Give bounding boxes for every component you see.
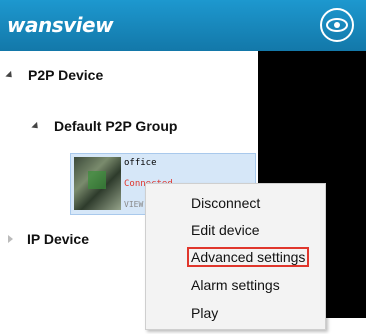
tree-node-label: P2P Device xyxy=(28,67,104,83)
device-thumbnail xyxy=(74,157,121,210)
menu-item-edit-device[interactable]: Edit device xyxy=(188,221,262,239)
menu-item-play[interactable]: Play xyxy=(188,304,221,322)
collapse-arrow-icon xyxy=(8,235,13,243)
expand-arrow-icon xyxy=(31,121,41,131)
device-name: office xyxy=(124,158,157,168)
device-model: VIEW xyxy=(124,200,144,209)
menu-item-disconnect[interactable]: Disconnect xyxy=(188,194,263,212)
context-menu: Disconnect Edit device Advanced settings… xyxy=(145,183,326,330)
tree-node-label: IP Device xyxy=(27,231,90,247)
app-header: wansview xyxy=(0,0,366,51)
menu-item-advanced-settings[interactable]: Advanced settings xyxy=(187,247,310,267)
tree-node-ip-device[interactable]: IP Device xyxy=(8,231,89,247)
menu-item-alarm-settings[interactable]: Alarm settings xyxy=(188,276,283,294)
tree-node-default-group[interactable]: Default P2P Group xyxy=(31,118,178,134)
expand-arrow-icon xyxy=(5,70,15,80)
eye-icon[interactable] xyxy=(320,8,354,42)
tree-node-p2p-device[interactable]: P2P Device xyxy=(5,67,104,83)
wansview-logo: wansview xyxy=(7,13,114,37)
tree-node-label: Default P2P Group xyxy=(54,118,178,134)
